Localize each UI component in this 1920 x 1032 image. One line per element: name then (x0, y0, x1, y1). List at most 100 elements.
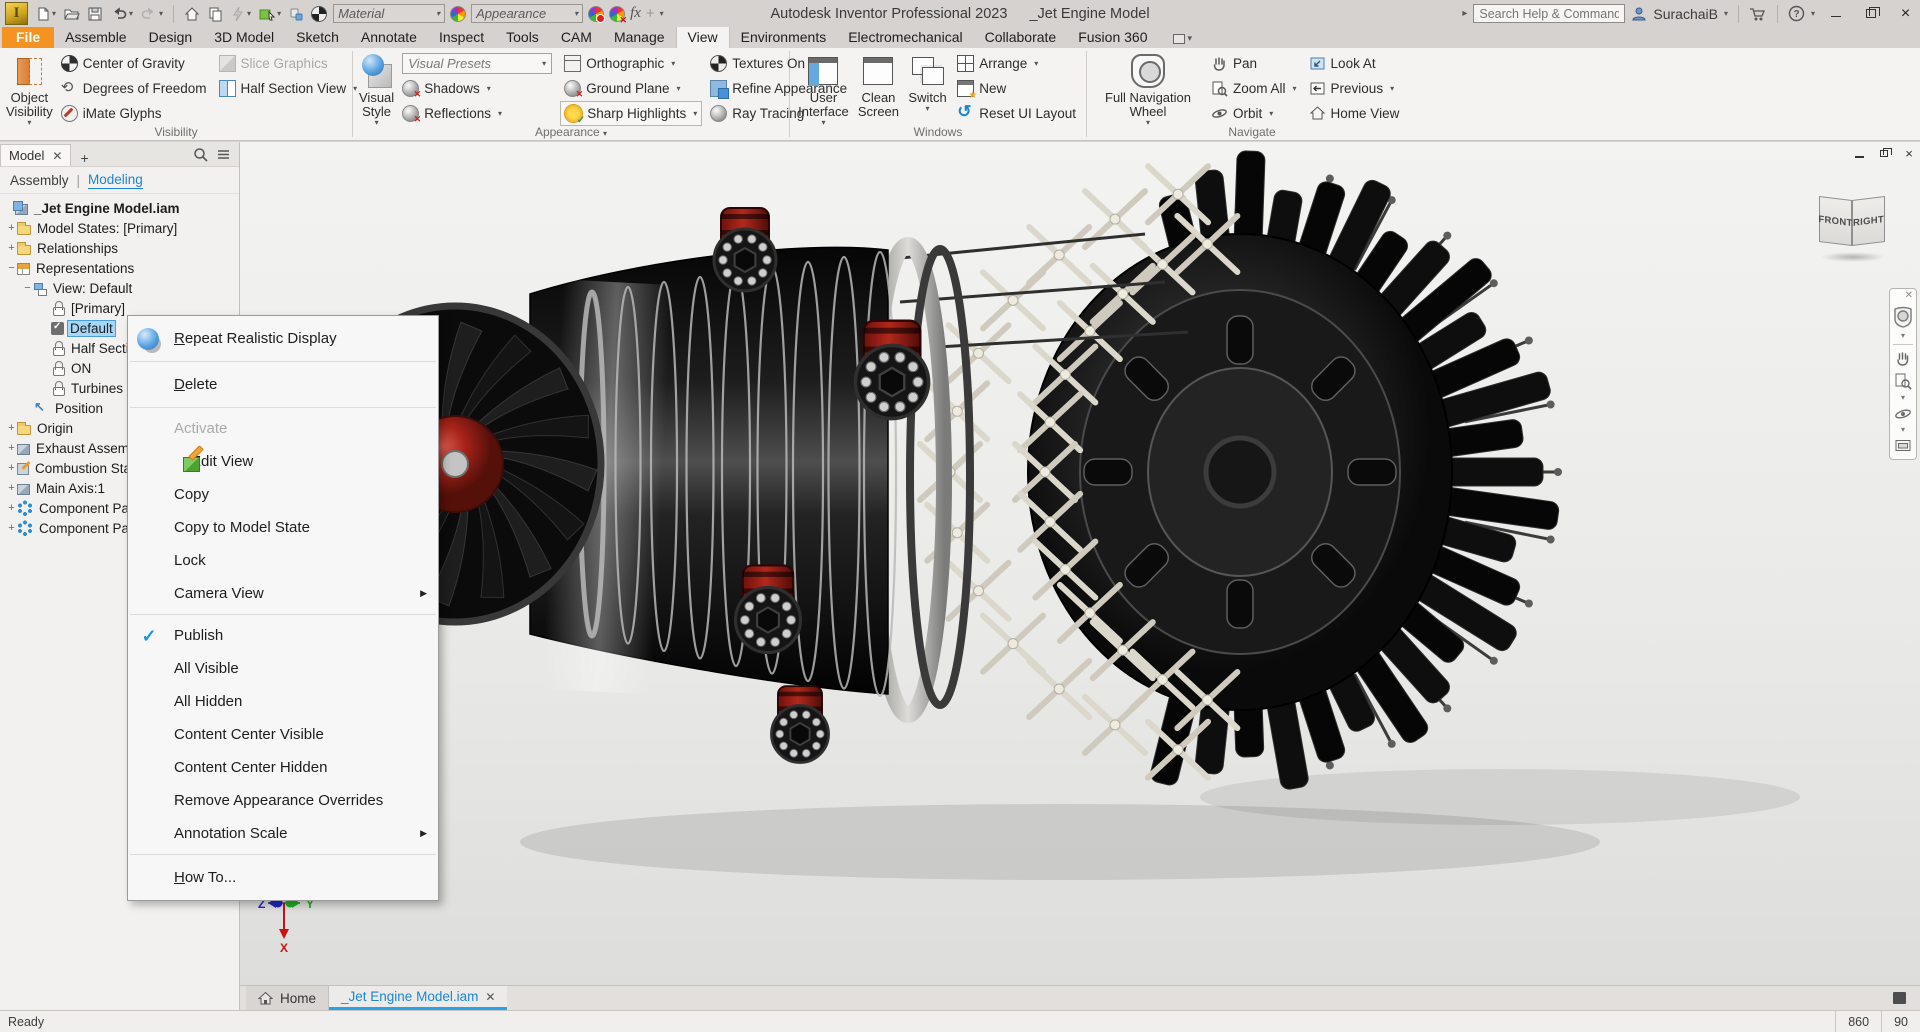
sharp-highlights-button[interactable]: Sharp Highlights▾ (560, 101, 702, 126)
navbar-zoom-dropdown[interactable]: ▾ (1901, 395, 1905, 401)
home-button[interactable] (183, 4, 201, 24)
navbar-lookat-icon[interactable] (1894, 438, 1912, 453)
qat-customize-dropdown[interactable]: ▾ (660, 10, 664, 18)
model-viewport[interactable]: × FRONT RIGHT ✕ ▾ ▾ ▾ Z (240, 142, 1920, 985)
qat-add-icon[interactable]: + (646, 5, 655, 22)
browser-tab-close-icon[interactable]: ✕ (52, 149, 62, 163)
search-input[interactable] (1473, 4, 1625, 23)
tab-tools[interactable]: Tools (495, 27, 550, 48)
visual-presets-combo[interactable]: Visual Presets▾ (402, 53, 552, 74)
redo-dropdown[interactable]: ▾ (159, 10, 163, 18)
browser-search-icon[interactable] (193, 147, 208, 162)
tab-assemble[interactable]: Assemble (54, 27, 137, 48)
tree-item-model-states[interactable]: +Model States: [Primary] (0, 218, 239, 238)
home-view-button[interactable]: Home View (1305, 101, 1404, 126)
document-tab[interactable]: _Jet Engine Model.iam✕ (329, 986, 507, 1010)
expand-icon[interactable]: + (6, 523, 17, 534)
save-button[interactable] (86, 4, 104, 24)
new-window-button[interactable]: New (953, 76, 1080, 101)
shadows-button[interactable]: Shadows▾ (398, 76, 556, 101)
expand-icon[interactable]: + (6, 503, 17, 514)
material-combo[interactable]: Material▾ (333, 4, 445, 23)
menu-item-how-to[interactable]: How To... (128, 859, 438, 896)
doc-close-button[interactable]: × (1902, 146, 1916, 160)
degrees-of-freedom-button[interactable]: Degrees of Freedom (57, 76, 211, 101)
copy-button[interactable] (206, 4, 224, 24)
tab-annotate[interactable]: Annotate (350, 27, 428, 48)
previous-view-button[interactable]: Previous▾ (1305, 76, 1404, 101)
switch-button[interactable]: Switch▾ (906, 51, 949, 113)
material-color-wheel-icon[interactable] (450, 6, 466, 22)
browser-add-tab-button[interactable]: + (71, 150, 97, 166)
menu-item-annotation-scale[interactable]: Annotation Scale▶ (128, 817, 438, 850)
tab-view[interactable]: View (676, 26, 730, 48)
tab-electromechanical[interactable]: Electromechanical (837, 27, 973, 48)
menu-item-delete[interactable]: Delete (128, 366, 438, 403)
user-dropdown[interactable]: ▾ (1724, 10, 1728, 18)
reset-ui-layout-button[interactable]: Reset UI Layout (953, 101, 1080, 126)
doc-minimize-button[interactable] (1852, 146, 1866, 160)
menu-item-remove-appearance-overrides[interactable]: Remove Appearance Overrides (128, 784, 438, 817)
tab-environments[interactable]: Environments (730, 27, 838, 48)
filter-modeling[interactable]: Modeling (88, 172, 143, 189)
adjust-appearance-icon[interactable] (588, 6, 604, 22)
menu-item-lock[interactable]: Lock (128, 544, 438, 577)
tab-cam[interactable]: CAM (550, 27, 603, 48)
filter-assembly[interactable]: Assembly (10, 173, 69, 188)
tab-3d-model[interactable]: 3D Model (203, 27, 285, 48)
browser-menu-icon[interactable] (216, 147, 231, 162)
document-tab-close-icon[interactable]: ✕ (485, 990, 495, 1004)
visual-style-button[interactable]: Visual Style▾ (359, 51, 394, 127)
tree-item-view-default[interactable]: −View: Default (0, 278, 239, 298)
expand-icon[interactable]: + (6, 463, 17, 474)
redo-button[interactable]: ▾ (139, 4, 164, 24)
ground-plane-button[interactable]: Ground Plane▾ (560, 76, 702, 101)
navbar-close-icon[interactable]: ✕ (1905, 291, 1913, 301)
new-file-dropdown[interactable]: ▾ (52, 10, 56, 18)
open-button[interactable] (62, 4, 81, 24)
doc-restore-button[interactable] (1877, 146, 1891, 160)
clean-screen-button[interactable]: Clean Screen (851, 51, 906, 119)
navbar-wheel-icon[interactable] (1893, 306, 1913, 328)
inventor-logo[interactable]: I (5, 2, 28, 25)
tab-fusion360[interactable]: Fusion 360 (1067, 27, 1158, 48)
render-button[interactable] (310, 4, 328, 24)
tab-manage[interactable]: Manage (603, 27, 676, 48)
menu-item-repeat-realistic-display[interactable]: Repeat Realistic Display (128, 320, 438, 357)
tree-item-representations[interactable]: −Representations (0, 258, 239, 278)
navbar-zoom-icon[interactable] (1894, 372, 1912, 390)
navigation-bar[interactable]: ✕ ▾ ▾ ▾ (1889, 288, 1917, 460)
object-visibility-button[interactable]: Object Visibility▾ (6, 51, 53, 127)
user-name[interactable]: SurachaiB (1653, 6, 1718, 22)
local-update-dropdown[interactable]: ▾ (247, 10, 251, 18)
tab-design[interactable]: Design (138, 27, 204, 48)
navbar-pan-icon[interactable] (1894, 350, 1912, 367)
tree-item-root[interactable]: _Jet Engine Model.iam (0, 198, 239, 218)
undo-dropdown[interactable]: ▾ (129, 10, 133, 18)
menu-item-copy-to-model-state[interactable]: Copy to Model State (128, 511, 438, 544)
restore-button[interactable] (1856, 1, 1885, 26)
local-update-button[interactable]: ▾ (229, 4, 252, 24)
appearance-combo[interactable]: Appearance▾ (471, 4, 583, 23)
navbar-orbit-dropdown[interactable]: ▾ (1901, 427, 1905, 433)
undo-button[interactable]: ▾ (109, 4, 134, 24)
reflections-button[interactable]: Reflections▾ (398, 101, 556, 126)
browser-tab-model[interactable]: Model✕ (0, 144, 71, 166)
tree-item-relationships[interactable]: +Relationships (0, 238, 239, 258)
checkbox-checked-icon[interactable] (51, 322, 64, 335)
menu-item-edit-view[interactable]: Edit View (128, 445, 438, 478)
expand-icon[interactable]: + (6, 483, 17, 494)
home-tab[interactable]: Home (246, 986, 329, 1010)
close-button[interactable]: × (1891, 1, 1920, 26)
clear-appearance-icon[interactable] (609, 6, 625, 22)
expand-icon[interactable]: + (6, 423, 17, 434)
look-at-button[interactable]: Look At (1305, 51, 1404, 76)
arrange-button[interactable]: Arrange▾ (953, 51, 1080, 76)
tab-overflow-button[interactable] (1893, 992, 1906, 1004)
panel-label-appearance[interactable]: Appearance ▾ (353, 125, 789, 139)
orbit-button[interactable]: Orbit▾ (1207, 101, 1301, 126)
tab-inspect[interactable]: Inspect (428, 27, 495, 48)
full-navigation-wheel-button[interactable]: Full Navigation Wheel▾ (1093, 51, 1203, 127)
select-dropdown[interactable]: ▾ (277, 10, 281, 18)
collapse-icon[interactable]: − (6, 263, 17, 274)
